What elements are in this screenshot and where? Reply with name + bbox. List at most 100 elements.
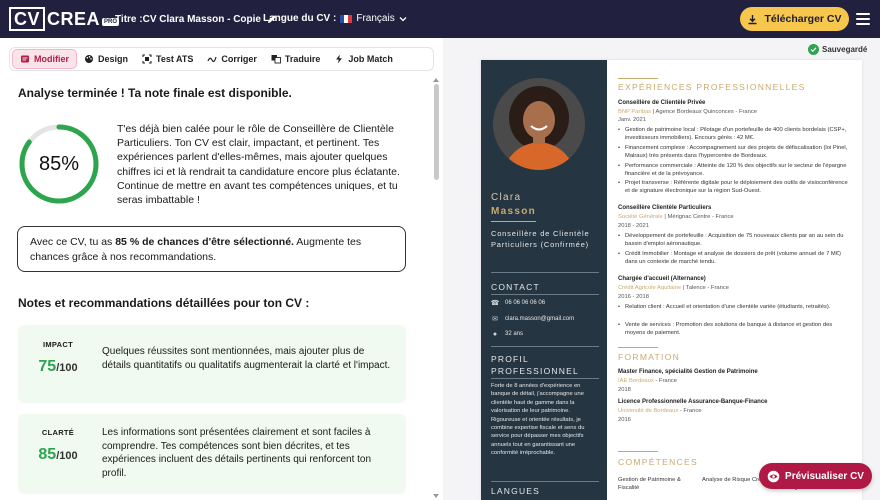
palette-icon xyxy=(85,55,93,63)
hamburger-menu-icon[interactable] xyxy=(856,13,870,25)
job-title: Conseillère Clientèle Particuliers xyxy=(618,205,712,211)
top-bar: CV CREA PRO Titre :CV Clara Masson - Cop… xyxy=(0,0,880,38)
job-title: Chargée d'accueil (Alternance) xyxy=(618,276,706,282)
note-text: Les informations sont présentées clairem… xyxy=(102,427,372,479)
job-bullet: Vente de services : Promotion des soluti… xyxy=(618,322,854,338)
scroll-up-arrow[interactable] xyxy=(433,78,439,82)
divider xyxy=(491,346,599,347)
language-label: Langue du CV : xyxy=(263,13,337,24)
document-title[interactable]: Titre :CV Clara Masson - Copie xyxy=(115,13,278,25)
job-bullet: Développement de portefeuille : Acquisit… xyxy=(618,233,854,249)
contact-age: ● 32 ans xyxy=(492,330,524,338)
experience-heading: EXPÉRIENCES PROFESSIONNELLES xyxy=(618,82,806,92)
section-rule xyxy=(618,347,658,348)
chance-highlight: 85 % de chances d'être sélectionné. xyxy=(115,236,294,248)
spellcheck-icon xyxy=(207,56,217,63)
divider xyxy=(491,378,599,379)
section-rule xyxy=(618,451,658,452)
job-bullet: Performance commerciale : Atteinte de 12… xyxy=(618,163,854,179)
tab-test-ats[interactable]: Test ATS xyxy=(135,49,200,69)
job-bullet: Gestion de patrimoine local : Pilotage d… xyxy=(618,127,854,143)
score-summary: T'es déjà bien calée pour le rôle de Con… xyxy=(117,123,400,207)
chevron-down-icon xyxy=(399,16,407,21)
editor-tabs: Modifier Design Test ATS Corriger Tradui… xyxy=(9,47,434,71)
contact-email: ✉ clara.masson@gmail.com xyxy=(492,316,575,323)
job-title: Conseillère de Clientèle Privée xyxy=(618,100,706,106)
job-bullet: Relation client : Accueil et orientation… xyxy=(618,304,854,312)
download-cv-button[interactable]: Télécharger CV xyxy=(740,7,849,31)
tab-job-match[interactable]: Job Match xyxy=(327,49,400,69)
tab-traduire[interactable]: Traduire xyxy=(264,49,328,69)
note-card-impact: IMPACT 75/100 Quelques réussites sont me… xyxy=(18,325,406,403)
tab-design[interactable]: Design xyxy=(77,49,135,69)
job-company: BNP Paribas | Agence Bordeaux Quinconces… xyxy=(618,109,758,115)
tab-corriger[interactable]: Corriger xyxy=(200,49,264,69)
note-score: 85/100 xyxy=(38,446,78,463)
contact-heading: CONTACT xyxy=(491,282,540,292)
education-heading: FORMATION xyxy=(618,352,681,362)
analysis-title: Analyse terminée ! Ta note finale est di… xyxy=(18,86,292,100)
eye-icon xyxy=(767,470,780,482)
mail-icon: ✉ xyxy=(492,316,498,323)
tab-modifier[interactable]: Modifier xyxy=(12,49,77,69)
saved-status: Sauvegardé xyxy=(808,44,867,55)
skill-item: Gestion de Patrimoine & Fiscalité xyxy=(618,477,681,491)
job-dates: 2018 - 2021 xyxy=(618,223,649,229)
cv-first-name: Clara xyxy=(491,192,522,203)
language-selector[interactable]: Langue du CV : Français xyxy=(263,13,407,24)
title-value: CV Clara Masson - Copie xyxy=(142,13,261,25)
download-label: Télécharger CV xyxy=(764,13,842,25)
skills-heading: COMPÉTENCES xyxy=(618,457,698,467)
cv-role: Conseillère de Clientèle Particuliers (C… xyxy=(491,229,590,249)
cv-sidebar: Clara Masson Conseillère de Clientèle Pa… xyxy=(481,60,607,500)
profile-heading: PROFIL PROFESSIONNEL xyxy=(491,354,579,376)
edit-icon xyxy=(21,55,29,63)
ats-scan-icon xyxy=(142,54,152,64)
cv-document[interactable]: Clara Masson Conseillère de Clientèle Pa… xyxy=(481,60,862,500)
education-school: IAE Bordeaux - France xyxy=(618,378,677,384)
note-label: IMPACT xyxy=(43,340,73,349)
cv-main-content: EXPÉRIENCES PROFESSIONNELLES Conseillère… xyxy=(607,60,862,500)
user-icon: ● xyxy=(492,330,498,338)
note-text: Quelques réussites sont mentionnées, mai… xyxy=(102,346,391,371)
education-title: Master Finance, spécialité Gestion de Pa… xyxy=(618,369,758,375)
name-divider xyxy=(491,221,536,222)
translate-icon xyxy=(271,55,281,64)
job-dates: Janv. 2021 xyxy=(618,117,646,123)
divider xyxy=(491,294,599,295)
notes-title: Notes et recommandations détaillées pour… xyxy=(18,296,310,310)
download-icon xyxy=(748,14,757,24)
education-title: Licence Professionnelle Assurance-Banque… xyxy=(618,399,768,405)
job-dates: 2016 - 2018 xyxy=(618,294,649,300)
note-card-clarte: CLARTÉ 85/100 Les informations sont prés… xyxy=(18,414,406,494)
divider xyxy=(491,272,599,273)
job-bullet: Financement complexe : Accompagnement su… xyxy=(618,145,854,161)
note-score: 75/100 xyxy=(38,358,78,375)
section-rule xyxy=(618,78,658,79)
logo-crea: CREA xyxy=(47,8,101,29)
note-label: CLARTÉ xyxy=(41,428,75,437)
job-company: Crédit Agricole Aquitaine | Talence - Fr… xyxy=(618,285,729,291)
chance-callout: Avec ce CV, tu as 85 % de chances d'être… xyxy=(17,226,406,272)
scrollbar-thumb[interactable] xyxy=(434,84,439,180)
phone-icon: ☎ xyxy=(490,300,500,307)
logo[interactable]: CV CREA PRO xyxy=(9,7,120,31)
education-year: 2016 xyxy=(618,417,631,423)
profile-photo xyxy=(493,78,585,170)
education-year: 2018 xyxy=(618,387,631,393)
title-label: Titre : xyxy=(115,13,143,25)
cloud-check-icon xyxy=(808,44,819,55)
contact-phone: ☎ 06 06 06 06 06 xyxy=(490,300,546,307)
profile-text: Forte de 8 années d'expérience en banque… xyxy=(491,383,585,457)
cv-last-name: Masson xyxy=(491,206,537,217)
divider xyxy=(491,481,599,482)
job-company: Société Générale | Mérignac Centre - Fra… xyxy=(618,214,734,220)
score-value: 85% xyxy=(38,152,80,175)
job-bullet: Crédit Immobilier : Montage et analyse d… xyxy=(618,251,854,267)
bolt-icon xyxy=(336,54,343,64)
scroll-down-arrow[interactable] xyxy=(433,494,439,498)
preview-cv-button[interactable]: Prévisualiser CV xyxy=(759,463,872,489)
languages-heading: LANGUES xyxy=(491,486,541,496)
education-school: Université de Bordeaux - France xyxy=(618,408,702,414)
logo-cv: CV xyxy=(9,7,46,31)
